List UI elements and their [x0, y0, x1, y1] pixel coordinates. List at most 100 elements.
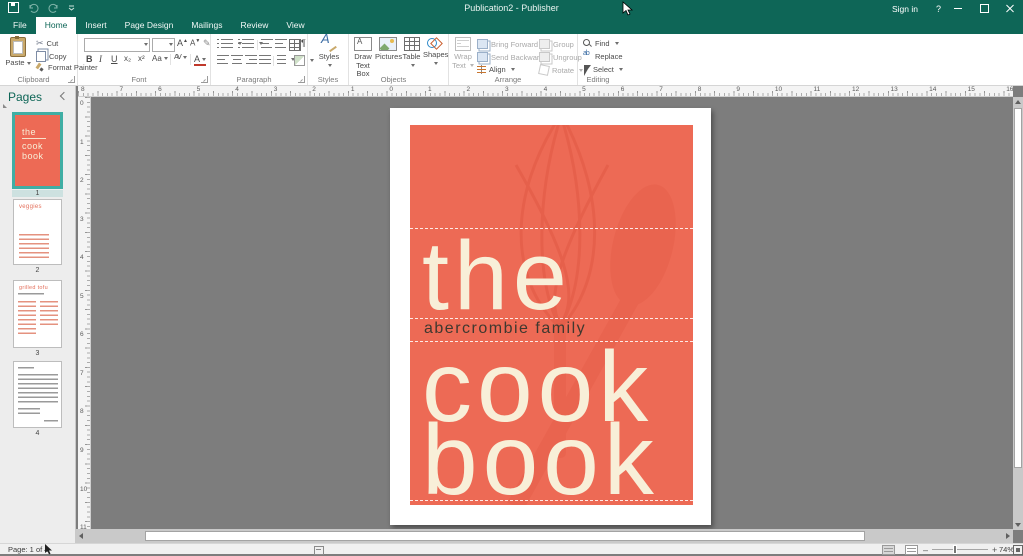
- borders-icon: [294, 55, 305, 66]
- minimize-button[interactable]: [945, 0, 971, 17]
- vertical-scrollbar[interactable]: [1013, 97, 1023, 530]
- send-backward-icon: [477, 52, 488, 62]
- decrease-indent-button[interactable]: [261, 39, 273, 48]
- zoom-level[interactable]: 74%: [999, 545, 1014, 554]
- find-button[interactable]: Find: [583, 39, 619, 48]
- scroll-down-icon[interactable]: [1015, 523, 1021, 527]
- rotate-button[interactable]: Rotate: [539, 65, 583, 75]
- h-ruler-number: 1: [428, 86, 432, 93]
- close-button[interactable]: [997, 0, 1023, 17]
- paragraph-dialog-launcher[interactable]: [298, 76, 305, 83]
- scroll-left-icon[interactable]: [79, 533, 83, 539]
- table-button[interactable]: Table: [400, 37, 423, 70]
- page-thumbnail-1[interactable]: the cook book: [12, 112, 63, 189]
- pages-panel: Pages the cook book 1 veggies 2 grilled …: [0, 86, 76, 543]
- bring-forward-button[interactable]: Bring Forward: [477, 39, 547, 49]
- font-size-combobox[interactable]: [152, 38, 175, 52]
- styles-button[interactable]: Styles: [316, 37, 342, 70]
- zoom-slider-thumb[interactable]: [953, 545, 957, 554]
- shapes-button[interactable]: Shapes: [423, 37, 447, 68]
- underline-button[interactable]: U: [111, 54, 118, 64]
- page-indicator[interactable]: Page: 1 of 4: [8, 545, 48, 554]
- numbering-button[interactable]: [238, 39, 263, 48]
- scroll-right-icon[interactable]: [1006, 533, 1010, 539]
- increase-indent-button[interactable]: [275, 39, 287, 48]
- show-paragraph-marks-button[interactable]: ¶: [301, 38, 306, 48]
- cover-title-book[interactable]: book: [422, 410, 659, 505]
- copy-button[interactable]: Copy: [36, 51, 67, 62]
- v-ruler-number: 6: [80, 331, 84, 338]
- page-number-4[interactable]: 4: [13, 430, 62, 437]
- group-button[interactable]: Group: [539, 39, 574, 49]
- italic-button[interactable]: I: [99, 54, 102, 64]
- help-button[interactable]: ?: [936, 4, 941, 14]
- font-color-dropdown-icon: [202, 58, 206, 61]
- font-size-dropdown-icon: [169, 43, 173, 46]
- pictures-button[interactable]: Pictures: [375, 37, 400, 62]
- h-ruler-number: 5: [197, 86, 201, 93]
- align-button[interactable]: Align: [477, 65, 515, 74]
- ungroup-button[interactable]: Ungroup: [539, 52, 582, 62]
- h-ruler-number: 10: [775, 86, 782, 93]
- find-icon: [583, 39, 592, 48]
- page-number-1[interactable]: 1: [12, 190, 63, 197]
- horizontal-scrollbar-thumb[interactable]: [145, 531, 865, 541]
- subscript-button[interactable]: x₂: [124, 54, 131, 63]
- paste-button[interactable]: Paste: [4, 37, 32, 68]
- v-ruler-number: 2: [80, 177, 84, 184]
- cover-title-the[interactable]: the: [422, 227, 572, 324]
- draw-text-box-button[interactable]: DrawText Box: [351, 37, 375, 79]
- scroll-up-icon[interactable]: [1015, 100, 1021, 104]
- align-icon: [477, 65, 486, 74]
- page-number-3[interactable]: 3: [13, 350, 62, 357]
- tab-insert[interactable]: Insert: [76, 17, 115, 34]
- character-spacing-button[interactable]: AV: [174, 54, 187, 61]
- page-number-2[interactable]: 2: [13, 267, 62, 274]
- line-spacing-button[interactable]: [277, 55, 295, 64]
- clear-formatting-button[interactable]: ✎: [203, 38, 211, 49]
- pictures-icon: [379, 37, 397, 51]
- cover-design[interactable]: the abercrombie family cook book: [410, 125, 693, 505]
- tab-page-design[interactable]: Page Design: [116, 17, 183, 34]
- tab-view[interactable]: View: [277, 17, 313, 34]
- v-ruler-number: 0: [80, 100, 84, 107]
- font-name-combobox[interactable]: [84, 38, 150, 52]
- font-dialog-launcher[interactable]: [201, 76, 208, 83]
- collapse-pages-panel-icon[interactable]: [60, 92, 68, 100]
- columns-button[interactable]: [289, 39, 301, 51]
- restore-button[interactable]: [971, 0, 997, 17]
- justify-button[interactable]: [259, 55, 271, 64]
- bold-button[interactable]: B: [86, 54, 93, 64]
- draw-text-box-icon: [354, 37, 372, 51]
- change-case-button[interactable]: Aa: [152, 54, 168, 63]
- align-left-button[interactable]: [217, 55, 229, 64]
- align-right-button[interactable]: [245, 55, 257, 64]
- h-ruler-number: 8: [81, 86, 85, 93]
- replace-button[interactable]: Replace: [583, 52, 623, 61]
- publication-page[interactable]: the abercrombie family cook book: [390, 108, 711, 525]
- horizontal-scrollbar[interactable]: [76, 529, 1013, 543]
- shrink-font-button[interactable]: A▼: [190, 38, 200, 48]
- page-thumbnail-2[interactable]: veggies: [13, 199, 62, 265]
- align-center-button[interactable]: [231, 55, 243, 64]
- cut-button[interactable]: ✂Cut: [36, 39, 58, 48]
- page-thumbnail-4[interactable]: [13, 361, 62, 428]
- horizontal-ruler[interactable]: 87654321012345678910111213141516: [78, 86, 1013, 97]
- grow-font-button[interactable]: A▲: [177, 38, 188, 48]
- wrap-text-button[interactable]: WrapText: [451, 37, 475, 70]
- page-thumbnail-3[interactable]: grilled tofu: [13, 280, 62, 348]
- clipboard-dialog-launcher[interactable]: [68, 76, 75, 83]
- h-ruler-number: 13: [891, 86, 898, 93]
- tab-review[interactable]: Review: [232, 17, 278, 34]
- superscript-button[interactable]: x²: [138, 54, 145, 63]
- vertical-ruler[interactable]: 01234567891011: [78, 97, 91, 529]
- font-color-button[interactable]: A: [194, 54, 206, 66]
- sign-in-button[interactable]: Sign in: [892, 4, 918, 14]
- tab-home[interactable]: Home: [36, 17, 77, 34]
- zoom-slider-track[interactable]: [932, 549, 988, 550]
- tab-mailings[interactable]: Mailings: [182, 17, 231, 34]
- select-button[interactable]: Select: [583, 65, 623, 74]
- vertical-scrollbar-thumb[interactable]: [1014, 108, 1022, 468]
- styles-icon: [321, 37, 337, 51]
- tab-file[interactable]: File: [4, 17, 36, 34]
